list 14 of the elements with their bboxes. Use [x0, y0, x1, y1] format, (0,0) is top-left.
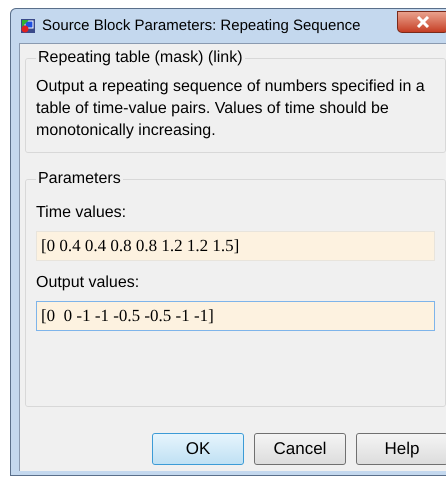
- field-label: Time values:: [36, 203, 128, 223]
- input-field[interactable]: [0 0 -1 -1 -0.5 -0.5 -1 -1]: [36, 301, 435, 331]
- close-button[interactable]: [397, 11, 446, 33]
- dialog-button[interactable]: OK: [152, 433, 244, 465]
- window-title: Source Block Parameters: Repeating Sequence: [42, 16, 361, 36]
- group-title: Repeating table (mask) (link): [37, 48, 244, 68]
- dialog-button[interactable]: Cancel: [254, 433, 346, 465]
- description-text: Output a repeating sequence of numbers specified in a table of time-value pairs. Values of time should be monotonically increasing.: [36, 77, 426, 141]
- close-icon: [416, 16, 430, 28]
- dialog-button[interactable]: Help: [356, 433, 446, 465]
- block-icon: [20, 18, 36, 34]
- input-field[interactable]: [0 0.4 0.4 0.8 0.8 1.2 1.2 1.5]: [36, 231, 435, 261]
- group-title: Parameters: [37, 169, 122, 189]
- field-label: Output values:: [36, 273, 140, 293]
